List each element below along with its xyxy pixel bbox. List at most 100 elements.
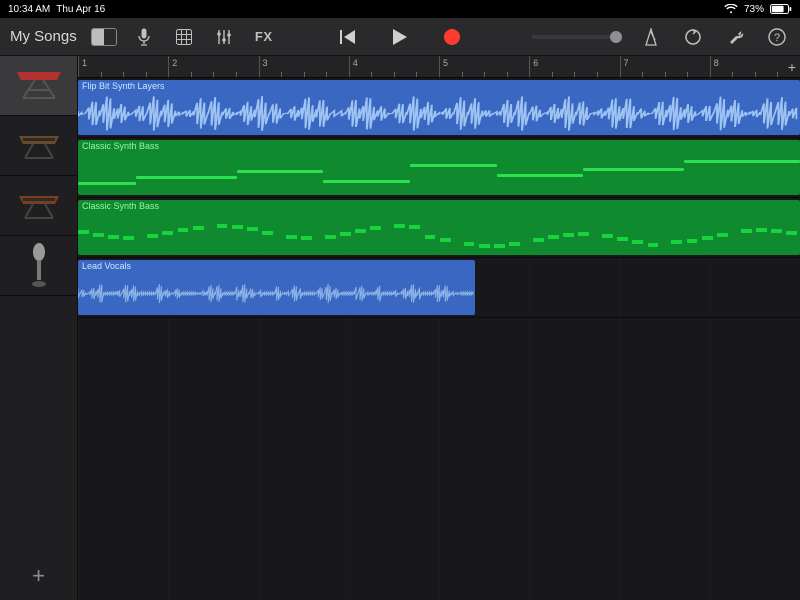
add-section-button[interactable]: + (788, 59, 796, 75)
ruler-tick (732, 72, 733, 77)
loop-icon[interactable] (680, 24, 706, 50)
tracks-area[interactable]: Flip Bit Synth Layers Classic Synth Bass C… (78, 78, 800, 600)
midi-note (340, 232, 351, 236)
fx-button[interactable]: FX (251, 24, 277, 50)
midi-note (262, 231, 273, 235)
ruler-tick (462, 72, 463, 77)
bar-marker: 1 (78, 56, 79, 77)
play-button[interactable] (387, 24, 413, 50)
ruler-tick (777, 72, 778, 77)
volume-knob[interactable] (610, 31, 622, 43)
tracks-view-toggle[interactable] (91, 24, 117, 50)
midi-note (78, 182, 136, 185)
grid-view-icon[interactable] (171, 24, 197, 50)
keyboard-instrument-icon (13, 68, 65, 104)
bar-marker: 5 (439, 56, 440, 77)
midi-note (355, 229, 366, 233)
battery-icon (770, 4, 792, 14)
bar-label: 6 (533, 58, 538, 68)
svg-text:?: ? (774, 32, 780, 44)
ruler-tick (371, 72, 372, 77)
status-time: 10:34 AM (8, 4, 50, 15)
region[interactable]: Flip Bit Synth Layers (78, 80, 800, 135)
track-lane[interactable]: Lead Vocals (78, 258, 800, 318)
midi-note (410, 164, 497, 167)
midi-note (178, 228, 189, 232)
bar-label: 8 (714, 58, 719, 68)
midi-note (648, 243, 659, 247)
bar-marker: 6 (529, 56, 530, 77)
ruler-tick (574, 72, 575, 77)
midi-note (684, 160, 800, 163)
midi-note (93, 233, 104, 237)
midi-note (232, 225, 243, 229)
bar-marker: 8 (710, 56, 711, 77)
ruler-tick (665, 72, 666, 77)
track-header-1[interactable] (0, 116, 77, 176)
region[interactable]: Classic Synth Bass (78, 200, 800, 255)
ruler[interactable]: + 12345678 (78, 56, 800, 78)
midi-note (533, 238, 544, 242)
midi-note (617, 237, 628, 241)
ruler-tick (123, 72, 124, 77)
bar-label: 7 (624, 58, 629, 68)
midi-note (509, 242, 520, 246)
region-label: Classic Synth Bass (82, 141, 159, 151)
ruler-tick (755, 72, 756, 77)
midi-note (247, 227, 258, 231)
record-button[interactable] (439, 24, 465, 50)
midi-note (425, 235, 436, 239)
metronome-icon[interactable] (638, 24, 664, 50)
my-songs-button[interactable]: My Songs (10, 28, 77, 45)
bar-marker: 7 (620, 56, 621, 77)
midi-note (193, 226, 204, 230)
midi-note (548, 235, 559, 239)
track-header-3[interactable] (0, 236, 77, 296)
region-label: Flip Bit Synth Layers (82, 81, 165, 91)
track-header-2[interactable] (0, 176, 77, 236)
midi-note (771, 229, 782, 233)
ruler-tick (236, 72, 237, 77)
midi-note (301, 236, 312, 240)
settings-wrench-icon[interactable] (722, 24, 748, 50)
midi-note (494, 244, 505, 248)
ruler-tick (101, 72, 102, 77)
midi-note (323, 180, 410, 183)
bar-marker: 2 (168, 56, 169, 77)
region[interactable]: Lead Vocals (78, 260, 475, 315)
bar-label: 5 (443, 58, 448, 68)
ruler-tick (394, 72, 395, 77)
bar-label: 2 (172, 58, 177, 68)
region[interactable]: Classic Synth Bass (78, 140, 800, 195)
bar-label: 1 (82, 58, 87, 68)
ruler-tick (191, 72, 192, 77)
midi-note (217, 224, 228, 228)
midi-note (237, 170, 324, 173)
ruler-tick (146, 72, 147, 77)
track-header-0[interactable] (0, 56, 77, 116)
status-date: Thu Apr 16 (56, 4, 105, 15)
midi-note (756, 228, 767, 232)
add-track-button[interactable]: + (26, 563, 52, 589)
mixer-icon[interactable] (211, 24, 237, 50)
track-lane[interactable]: Flip Bit Synth Layers (78, 78, 800, 138)
midi-note (497, 174, 584, 177)
track-lane[interactable]: Classic Synth Bass (78, 198, 800, 258)
ruler-tick (642, 72, 643, 77)
rewind-button[interactable] (335, 24, 361, 50)
ruler-tick (416, 72, 417, 77)
waveform (78, 94, 800, 133)
midi-note (394, 224, 405, 228)
midi-note (578, 232, 589, 236)
midi-note (325, 235, 336, 239)
track-lane[interactable]: Classic Synth Bass (78, 138, 800, 198)
midi-note (464, 242, 475, 246)
microphone-icon[interactable] (131, 24, 157, 50)
region-label: Classic Synth Bass (82, 201, 159, 211)
ruler-tick (507, 72, 508, 77)
help-icon[interactable]: ? (764, 24, 790, 50)
master-volume-slider[interactable] (532, 35, 622, 39)
midi-note (440, 238, 451, 242)
midi-note (162, 231, 173, 235)
status-bar: 10:34 AM Thu Apr 16 73% (0, 0, 800, 18)
